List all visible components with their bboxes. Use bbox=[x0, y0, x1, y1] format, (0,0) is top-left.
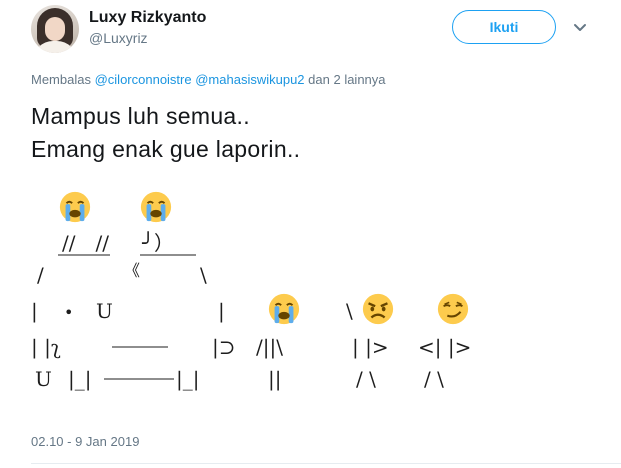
author-name[interactable]: Luxy Rizkyanto bbox=[89, 9, 206, 27]
divider bbox=[31, 463, 621, 464]
ascii-rule bbox=[104, 378, 174, 380]
mention-link[interactable]: @cilorconnoistre bbox=[95, 72, 192, 87]
ascii-line: / \ bbox=[356, 367, 376, 391]
follow-button[interactable]: Ikuti bbox=[452, 10, 556, 44]
loudly-crying-face-icon bbox=[140, 191, 172, 223]
author-handle[interactable]: @Luxyriz bbox=[89, 30, 148, 46]
ascii-line: // // bbox=[62, 231, 109, 255]
angry-face-icon bbox=[362, 293, 394, 325]
ascii-line: /||\ bbox=[256, 335, 283, 359]
tweet: Luxy Rizkyanto @Luxyriz Ikuti Membalas @… bbox=[0, 0, 621, 468]
ascii-rule bbox=[112, 346, 168, 348]
ascii-art: // // ╯） / 《 \ | • U | \ | |ʅ |⊃ /||\ | … bbox=[0, 180, 621, 410]
reply-prefix: Membalas bbox=[31, 72, 91, 87]
chevron-down-icon[interactable] bbox=[572, 20, 588, 36]
ascii-line: • bbox=[64, 303, 74, 322]
tweet-text: Mampus luh semua.. Emang enak gue lapori… bbox=[31, 100, 300, 166]
ascii-line: U bbox=[35, 367, 52, 391]
ascii-line: \ bbox=[346, 299, 353, 323]
ascii-line: <| |> bbox=[418, 335, 472, 359]
ascii-line: || bbox=[268, 367, 282, 391]
reply-suffix[interactable]: dan 2 lainnya bbox=[308, 72, 385, 87]
ascii-line: 《 bbox=[124, 261, 141, 280]
smirking-face-icon bbox=[437, 293, 469, 325]
ascii-line: | bbox=[218, 299, 225, 323]
ascii-line: | |> bbox=[352, 335, 389, 359]
ascii-line: |⊃ bbox=[212, 335, 236, 359]
tweet-text-line: Mampus luh semua.. bbox=[31, 103, 250, 129]
timestamp[interactable]: 02.10 - 9 Jan 2019 bbox=[31, 434, 139, 449]
avatar[interactable] bbox=[31, 5, 79, 53]
loudly-crying-face-icon bbox=[59, 191, 91, 223]
ascii-line: / bbox=[37, 263, 44, 287]
ascii-line: |_| bbox=[68, 367, 92, 391]
ascii-line: / \ bbox=[424, 367, 444, 391]
reply-context: Membalas @cilorconnoistre @mahasiswikupu… bbox=[31, 72, 386, 87]
ascii-line: |_| bbox=[176, 367, 200, 391]
ascii-line: | bbox=[31, 299, 38, 323]
tweet-text-line: Emang enak gue laporin.. bbox=[31, 136, 301, 162]
ascii-rule bbox=[58, 254, 196, 256]
ascii-line: ╯） bbox=[142, 231, 175, 255]
ascii-line: U bbox=[96, 299, 113, 323]
ascii-line: | |ʅ bbox=[31, 335, 61, 359]
mention-link[interactable]: @mahasiswikupu2 bbox=[195, 72, 304, 87]
loudly-crying-face-icon bbox=[268, 293, 300, 325]
ascii-line: \ bbox=[200, 263, 207, 287]
